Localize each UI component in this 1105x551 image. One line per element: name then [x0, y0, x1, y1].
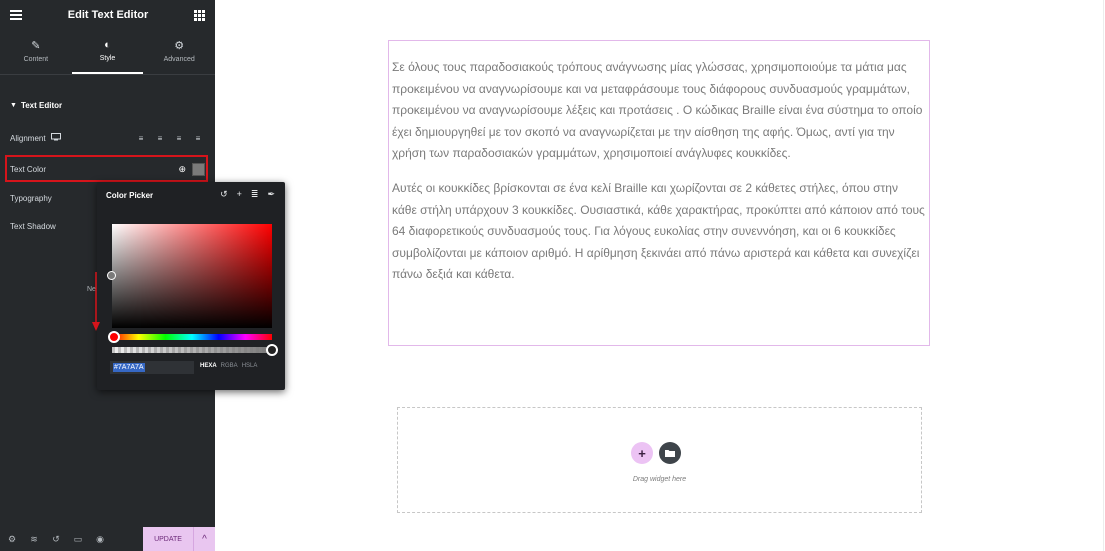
text-color-control: Text Color ⊕ [10, 163, 205, 176]
saturation-area[interactable] [107, 224, 272, 328]
global-colors-icon[interactable]: ⊕ [178, 164, 186, 175]
desktop-icon[interactable] [50, 133, 61, 143]
tab-content[interactable]: ✎ Content [0, 30, 72, 74]
panel-header: Edit Text Editor [0, 0, 215, 30]
hex-selected-text: #7A7A7A [113, 363, 145, 372]
paragraph: Αυτές οι κουκκίδες βρίσκονται σε ένα κελ… [392, 180, 925, 282]
text-editor-widget[interactable]: Σε όλους τους παραδοσιακούς τρόπους ανάγ… [388, 40, 930, 346]
align-right-button[interactable]: ≡ [172, 132, 186, 144]
format-hexa[interactable]: HEXA [200, 363, 217, 369]
section-title: Text Editor [20, 101, 63, 110]
align-center-button[interactable]: ≡ [153, 132, 167, 144]
format-rgba[interactable]: RGBA [221, 363, 238, 369]
drop-zone-text: Drag widget here [632, 476, 687, 483]
picker-toolbar: ↺ + ≣ ✒ [220, 189, 275, 200]
hamburger-menu-icon[interactable] [10, 10, 22, 20]
gear-icon: ⚙ [174, 40, 185, 52]
tab-label: Content [23, 56, 49, 63]
color-swatch[interactable] [192, 163, 205, 176]
history-icon[interactable]: ↺ [46, 534, 66, 545]
folder-icon [665, 450, 675, 457]
pencil-icon: ✎ [31, 40, 41, 52]
tab-label: Style [99, 55, 116, 62]
text-shadow-label: Text Shadow [10, 222, 56, 231]
tab-advanced[interactable]: ⚙ Advanced [143, 30, 215, 74]
alignment-label: Alignment [10, 133, 46, 143]
layers-icon[interactable]: ≋ [24, 534, 44, 545]
picker-title: Color Picker [106, 191, 154, 200]
eyedropper-icon[interactable]: ✒ [267, 189, 275, 200]
text-color-label: Text Color [10, 165, 47, 174]
widget-drop-zone[interactable]: + Drag widget here [397, 407, 922, 513]
update-button[interactable]: UPDATE [143, 527, 193, 551]
saturation-handle[interactable] [107, 271, 116, 280]
paragraph: Σε όλους τους παραδοσιακούς τρόπους ανάγ… [392, 60, 923, 161]
typography-label: Typography [10, 194, 52, 203]
tab-label: Advanced [163, 56, 195, 63]
opacity-slider[interactable] [112, 344, 278, 356]
format-hsla[interactable]: HSLA [242, 363, 258, 369]
settings-icon[interactable]: ⚙ [2, 534, 22, 545]
align-justify-button[interactable]: ≡ [191, 132, 205, 144]
section-text-editor[interactable]: ▼ Text Editor [10, 101, 62, 110]
hue-handle[interactable] [108, 331, 120, 343]
alignment-control: Alignment ≡ ≡ ≡ ≡ [10, 132, 205, 144]
panel-footer: ⚙ ≋ ↺ ▭ ◉ UPDATE ^ [0, 527, 215, 551]
template-library-button[interactable] [659, 442, 681, 464]
update-options-icon[interactable]: ^ [193, 527, 215, 551]
reset-icon[interactable]: ↺ [220, 189, 228, 200]
canvas-edge [1103, 0, 1104, 551]
color-picker-popup: Color Picker ↺ + ≣ ✒ #7A7A7A HEXA RGBA H… [97, 182, 285, 390]
global-colors-list-icon[interactable]: ≣ [251, 189, 259, 200]
add-global-color-icon[interactable]: + [237, 189, 242, 200]
responsive-icon[interactable]: ▭ [68, 534, 88, 545]
color-format-switch: HEXA RGBA HSLA [200, 363, 257, 369]
half-circle-icon: ◐ [104, 39, 111, 51]
opacity-handle[interactable] [266, 344, 278, 356]
preview-eye-icon[interactable]: ◉ [90, 534, 110, 545]
widgets-grid-icon[interactable] [194, 9, 205, 21]
panel-tabs: ✎ Content ◐ Style ⚙ Advanced [0, 30, 215, 75]
panel-title: Edit Text Editor [67, 9, 149, 21]
hue-slider[interactable] [108, 331, 272, 343]
add-section-button[interactable]: + [631, 442, 653, 464]
caret-down-icon: ▼ [10, 102, 17, 109]
tab-style[interactable]: ◐ Style [71, 30, 144, 74]
align-left-button[interactable]: ≡ [134, 132, 148, 144]
red-annotation-arrow [92, 272, 100, 331]
